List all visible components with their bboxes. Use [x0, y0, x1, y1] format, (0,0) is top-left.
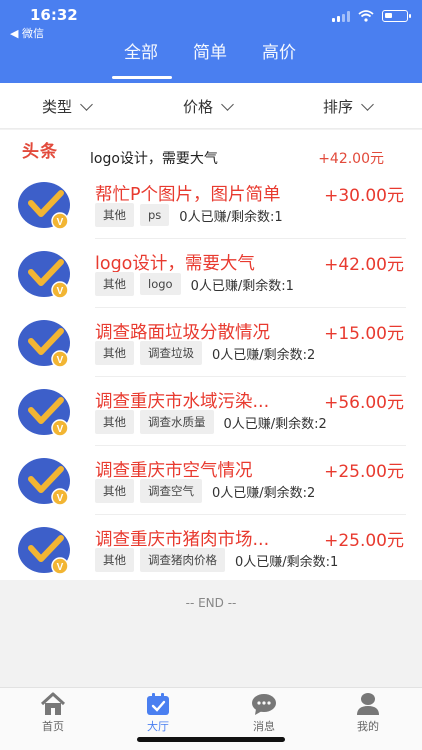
calendar-icon: [147, 693, 169, 715]
task-category-tag: 其他: [95, 341, 134, 365]
active-tab-indicator: [112, 76, 172, 79]
chevron-down-icon: [221, 98, 234, 111]
task-list-panel: 头条 logo设计，需要大气 +42.00元 V 帮忙P个图片，图片简单 +30…: [0, 130, 422, 580]
task-category-tag: 其他: [95, 272, 134, 296]
task-item[interactable]: V 调查重庆市空气情况 +25.00元 其他 调查空气 0人已赚/剩余数:2: [0, 446, 422, 515]
task-reward: +56.00元: [324, 393, 404, 413]
wifi-icon: [358, 10, 374, 22]
task-avatar-icon: V: [18, 182, 70, 229]
task-reward: +15.00元: [324, 324, 404, 344]
filter-sort-label: 排序: [323, 98, 354, 116]
filter-type[interactable]: 类型: [42, 96, 93, 117]
tab-bar: 全部 简单 高价: [0, 38, 422, 83]
avatar-badge: V: [57, 493, 64, 504]
task-meta: 其他 logo 0人已赚/剩余数:1: [95, 272, 294, 296]
task-item[interactable]: V 调查重庆市水域污染... +56.00元 其他 调查水质量 0人已赚/剩余数…: [0, 377, 422, 446]
task-stats: 0人已赚/剩余数:2: [212, 347, 316, 363]
task-meta: 其他 调查猪肉价格 0人已赚/剩余数:1: [95, 548, 338, 572]
status-icons: [332, 10, 411, 22]
nav-messages-label: 消息: [253, 720, 275, 733]
task-reward: +42.00元: [324, 255, 404, 275]
task-item[interactable]: V 调查重庆市猪肉市场... +25.00元 其他 调查猪肉价格 0人已赚/剩余…: [0, 515, 422, 584]
tab-simple[interactable]: 简单: [193, 38, 227, 63]
task-meta: 其他 调查垃圾 0人已赚/剩余数:2: [95, 341, 315, 365]
signal-icon: [332, 10, 350, 22]
nav-hall[interactable]: 大厅: [128, 692, 188, 734]
nav-messages[interactable]: 消息: [234, 692, 294, 734]
avatar-badge: V: [57, 562, 64, 573]
task-stats: 0人已赚/剩余数:1: [179, 209, 283, 225]
task-meta: 其他 调查空气 0人已赚/剩余数:2: [95, 479, 315, 503]
battery-icon: [382, 10, 411, 22]
headline-banner[interactable]: 头条 logo设计，需要大气 +42.00元: [0, 130, 422, 170]
task-category-tag: 其他: [95, 410, 134, 434]
task-item[interactable]: V 调查路面垃圾分散情况 +15.00元 其他 调查垃圾 0人已赚/剩余数:2: [0, 308, 422, 377]
user-icon: [357, 693, 379, 715]
task-keyword-tag: 调查空气: [140, 479, 202, 503]
status-time: 16:32: [30, 6, 78, 24]
headline-amount: +42.00元: [318, 151, 384, 167]
nav-profile[interactable]: 我的: [338, 692, 398, 734]
home-icon: [40, 692, 66, 715]
avatar-badge: V: [57, 286, 64, 297]
filter-sort[interactable]: 排序: [323, 96, 374, 117]
task-stats: 0人已赚/剩余数:2: [212, 485, 316, 501]
list-end-marker: -- END --: [185, 596, 237, 610]
task-avatar-icon: V: [18, 251, 70, 298]
task-category-tag: 其他: [95, 548, 134, 572]
bottom-nav: 首页 大厅 消息 我的: [0, 687, 422, 750]
filter-bar: 类型 价格 排序: [0, 83, 422, 129]
task-reward: +25.00元: [324, 462, 404, 482]
task-keyword-tag: 调查猪肉价格: [140, 548, 225, 572]
task-meta: 其他 调查水质量 0人已赚/剩余数:2: [95, 410, 327, 434]
task-keyword-tag: ps: [140, 204, 170, 226]
task-keyword-tag: 调查垃圾: [140, 341, 202, 365]
chevron-down-icon: [80, 98, 93, 111]
nav-hall-label: 大厅: [147, 720, 169, 733]
chevron-down-icon: [361, 98, 374, 111]
headline-title: logo设计，需要大气: [90, 151, 218, 167]
filter-price-label: 价格: [183, 98, 214, 116]
home-indicator: [137, 737, 285, 742]
nav-profile-label: 我的: [357, 720, 379, 733]
task-stats: 0人已赚/剩余数:2: [223, 416, 327, 432]
task-reward: +30.00元: [324, 186, 404, 206]
task-keyword-tag: 调查水质量: [140, 410, 214, 434]
filter-price[interactable]: 价格: [183, 96, 234, 117]
task-avatar-icon: V: [18, 320, 70, 367]
avatar-badge: V: [57, 424, 64, 435]
tab-high-price[interactable]: 高价: [262, 38, 296, 63]
headline-badge: 头条: [22, 142, 58, 162]
nav-home[interactable]: 首页: [23, 692, 83, 734]
task-item[interactable]: V 帮忙P个图片，图片简单 +30.00元 其他 ps 0人已赚/剩余数:1: [0, 170, 422, 239]
avatar-badge: V: [57, 355, 64, 366]
avatar-badge: V: [57, 217, 64, 228]
chat-icon: [252, 694, 276, 715]
task-category-tag: 其他: [95, 479, 134, 503]
nav-home-label: 首页: [42, 720, 64, 733]
task-hall-screen: 16:32 ◀ 微信 全部 简单 高价 类型 价格 排序 头条 logo设计，需…: [0, 0, 422, 750]
task-avatar-icon: V: [18, 458, 70, 505]
task-meta: 其他 ps 0人已赚/剩余数:1: [95, 203, 283, 227]
task-avatar-icon: V: [18, 527, 70, 574]
task-stats: 0人已赚/剩余数:1: [235, 554, 339, 570]
task-avatar-icon: V: [18, 389, 70, 436]
filter-type-label: 类型: [42, 98, 73, 116]
task-category-tag: 其他: [95, 203, 134, 227]
task-keyword-tag: logo: [140, 273, 181, 295]
task-item[interactable]: V logo设计，需要大气 +42.00元 其他 logo 0人已赚/剩余数:1: [0, 239, 422, 308]
task-stats: 0人已赚/剩余数:1: [190, 278, 294, 294]
tab-all[interactable]: 全部: [124, 38, 158, 63]
header: 16:32 ◀ 微信 全部 简单 高价: [0, 0, 422, 83]
